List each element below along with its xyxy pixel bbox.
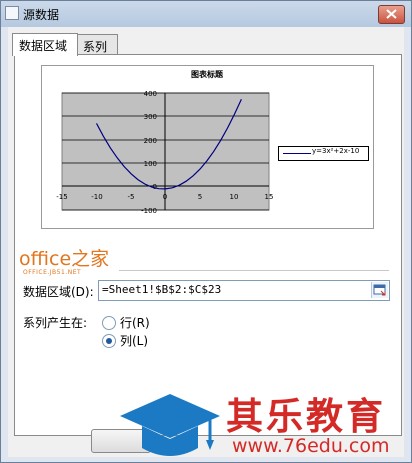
close-icon	[386, 9, 397, 19]
collapse-dialog-button[interactable]	[371, 282, 388, 298]
tab-data-range[interactable]: 数据区域	[12, 33, 78, 56]
collapse-range-icon	[373, 284, 386, 296]
y-tick-label: 100	[144, 160, 157, 168]
series-in-label: 系列产生在:	[23, 316, 88, 330]
y-tick-label: -100	[141, 207, 157, 215]
legend-line-swatch	[283, 153, 311, 154]
y-tick-label: 400	[144, 90, 157, 98]
watermark-url: www.76edu.com	[232, 435, 390, 457]
close-button[interactable]	[378, 5, 405, 24]
x-tick-label: 10	[230, 193, 239, 201]
data-range-input[interactable]: =Sheet1!$B$2:$C$23	[98, 280, 390, 301]
x-tick-label: 15	[265, 193, 274, 201]
title-bar: 源数据	[1, 1, 411, 27]
data-range-label: 数据区域(D):	[23, 285, 94, 299]
watermark-brand: office之家	[19, 248, 110, 270]
window-icon	[5, 6, 19, 20]
qile-education-watermark: 其乐教育 www.76edu.com	[0, 366, 412, 463]
x-tick-label: 0	[163, 193, 167, 201]
y-tick-label: 300	[144, 113, 157, 121]
chart-title: 图表标题	[191, 69, 224, 79]
chart-legend: y=3x²+2x-10	[278, 146, 369, 161]
tab-series[interactable]: 系列	[76, 34, 118, 55]
window-title: 源数据	[23, 8, 60, 22]
watermark-brand: 其乐教育	[226, 395, 386, 438]
graduation-cap-icon	[120, 394, 220, 456]
x-tick-label: -5	[128, 193, 135, 201]
x-tick-label: -10	[91, 193, 102, 201]
watermark-url: OFFICE.JB51.NET	[23, 269, 82, 276]
divider	[119, 270, 389, 271]
radio-selected-dot	[106, 338, 112, 344]
legend-label: y=3x²+2x-10	[312, 147, 360, 155]
radio-rows[interactable]	[102, 316, 116, 330]
radio-columns[interactable]	[102, 334, 116, 348]
x-tick-label: 5	[198, 193, 202, 201]
data-range-value: =Sheet1!$B$2:$C$23	[102, 283, 222, 296]
office-home-watermark: office之家 OFFICE.JB51.NET	[19, 244, 125, 278]
tab-label: 系列	[83, 40, 108, 54]
radio-rows-label: 行(R)	[120, 316, 150, 330]
tab-label: 数据区域	[19, 39, 68, 53]
x-tick-label: -15	[56, 193, 67, 201]
y-tick-label: 200	[144, 137, 157, 145]
radio-columns-label: 列(L)	[120, 334, 149, 348]
chart-preview: 图表标题 400 300 200 100 0 -100 -15 -10 -5 0…	[41, 65, 374, 229]
